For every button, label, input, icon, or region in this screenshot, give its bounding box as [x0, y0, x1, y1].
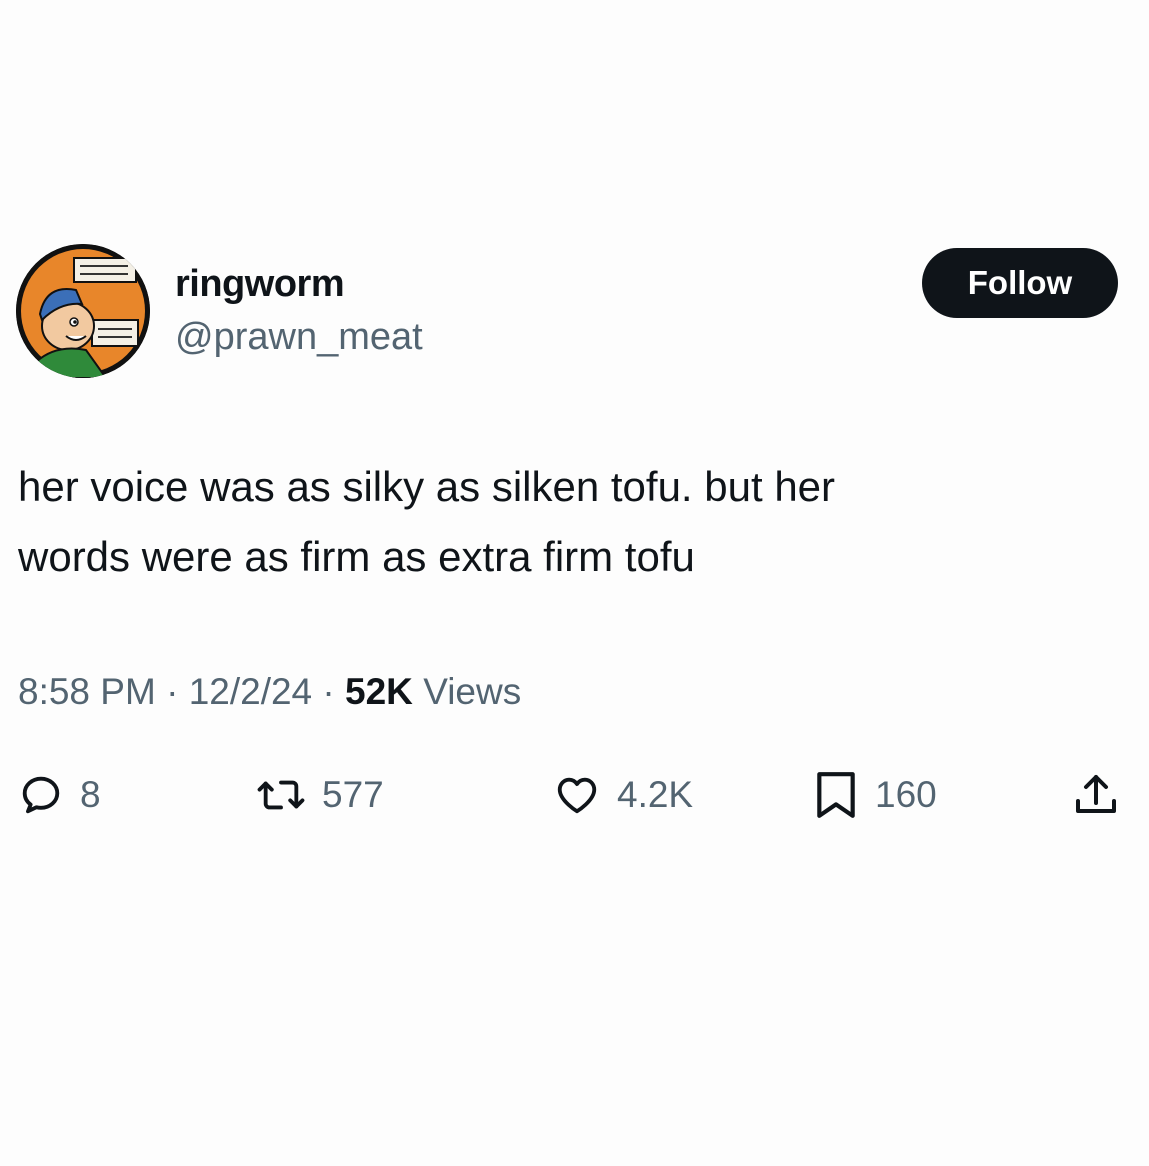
retweet-icon: [257, 780, 305, 810]
reply-icon: [22, 776, 60, 814]
share-button[interactable]: [1073, 762, 1119, 828]
tweet-text: her voice was as silky as silken tofu. b…: [18, 463, 836, 580]
retweet-button[interactable]: 577: [256, 762, 384, 828]
retweet-count: 577: [322, 774, 384, 815]
bookmark-count: 160: [875, 774, 937, 815]
heart-icon: [557, 777, 597, 814]
follow-button[interactable]: Follow: [922, 248, 1118, 318]
tweet-time[interactable]: 8:58 PM: [18, 671, 156, 712]
like-button[interactable]: 4.2K: [553, 762, 693, 828]
avatar-image: [16, 244, 150, 378]
tweet-meta: 8:58 PM · 12/2/24 · 52K Views: [18, 668, 521, 716]
meta-separator: ·: [166, 671, 179, 712]
views-count: 52K: [345, 671, 413, 712]
meta-separator: ·: [322, 671, 335, 712]
views-label: Views: [423, 671, 522, 712]
display-name[interactable]: ringworm: [175, 262, 345, 306]
tweet-date[interactable]: 12/2/24: [189, 671, 312, 712]
reply-count: 8: [80, 774, 101, 815]
share-icon: [1076, 775, 1116, 813]
reply-button[interactable]: 8: [18, 762, 101, 828]
action-bar: 8 577 4.2K 160: [0, 762, 1149, 828]
avatar[interactable]: [16, 244, 150, 378]
bookmark-button[interactable]: 160: [813, 762, 937, 828]
like-count: 4.2K: [617, 774, 694, 815]
user-handle[interactable]: @prawn_meat: [175, 314, 423, 360]
tweet-card: ringworm @prawn_meat Follow her voice wa…: [0, 0, 1149, 1166]
bookmark-icon: [817, 772, 855, 818]
